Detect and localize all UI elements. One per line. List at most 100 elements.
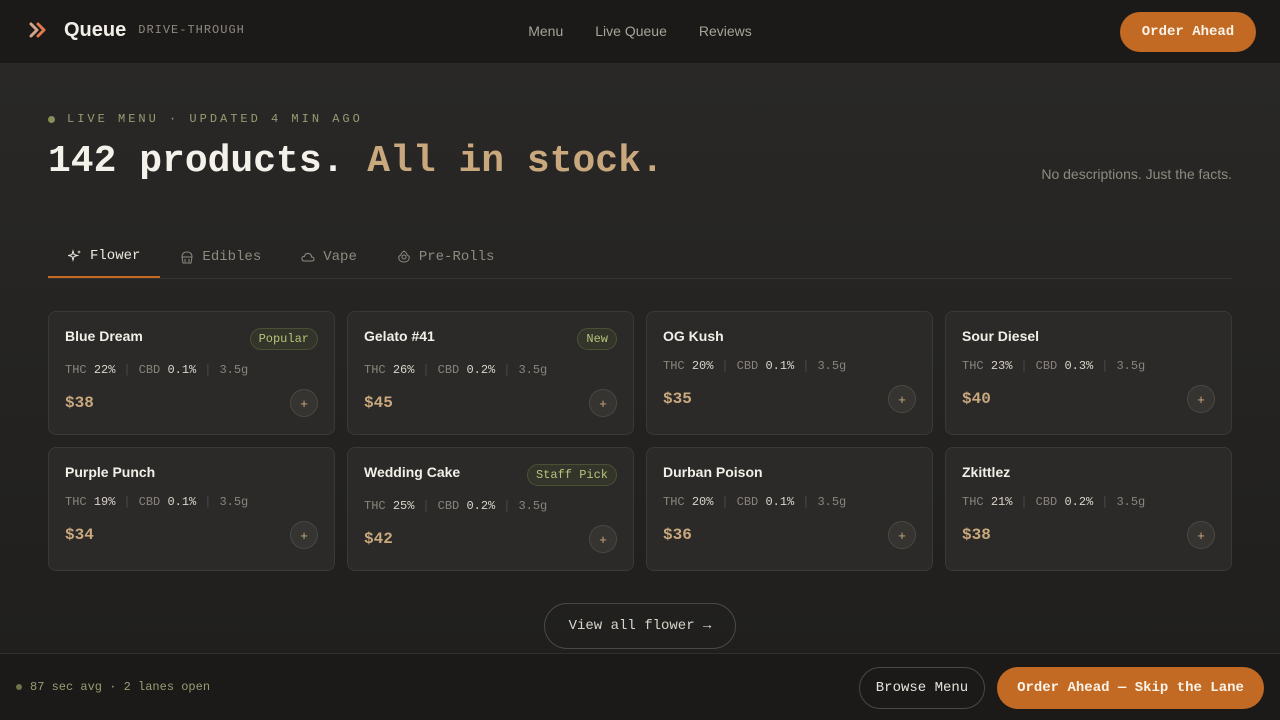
popular-badge: Popular — [249, 328, 318, 350]
product-price: $38 — [962, 526, 991, 544]
product-specs: THC 22% | CBD 0.1% | 3.5g — [65, 363, 249, 377]
thc-label: THC — [663, 495, 685, 509]
thc-value: 21% — [990, 495, 1013, 509]
cbd-value: 0.1% — [167, 495, 197, 509]
live-dot-icon — [48, 115, 55, 123]
browse-menu-button[interactable]: Browse Menu — [859, 667, 985, 709]
thc-label: THC — [65, 363, 87, 377]
tab-flower[interactable]: Flower — [48, 236, 161, 278]
weight-value: 3.5g — [518, 363, 548, 377]
tab-label: Flower — [90, 248, 141, 264]
product-name: Purple Punch — [65, 464, 156, 480]
thc-value: 26% — [392, 363, 415, 377]
product-card[interactable]: Zkittlez THC 21% | CBD 0.2% | 3.5g $38 + — [945, 447, 1232, 571]
cbd-label: CBD — [138, 495, 161, 509]
product-card[interactable]: Blue Dream Popular THC 22% | CBD 0.1% | 3.5g… — [48, 311, 335, 435]
thc-value: 25% — [392, 499, 415, 513]
product-name: OG Kush — [663, 328, 724, 344]
tab-vape[interactable]: Vape — [281, 236, 377, 278]
thc-label: THC — [962, 495, 984, 509]
product-specs: THC 20% | CBD 0.1% | 3.5g — [663, 495, 847, 509]
order-ahead-button[interactable]: Order Ahead — [1120, 12, 1256, 52]
weight-value: 3.5g — [1116, 359, 1146, 373]
add-to-order-button[interactable]: + — [888, 521, 916, 549]
thc-label: THC — [364, 363, 386, 377]
product-price: $34 — [65, 526, 94, 544]
add-to-order-button[interactable]: + — [589, 525, 617, 553]
title-stock-status: All in stock. — [367, 140, 664, 183]
order-ahead-skip-lane-button[interactable]: Order Ahead — Skip the Lane — [997, 667, 1264, 709]
queue-status: 87 sec avg · 2 lanes open — [16, 680, 210, 694]
title-product-count: 142 products. — [48, 140, 345, 183]
product-price: $45 — [364, 394, 393, 412]
weight-value: 3.5g — [817, 495, 847, 509]
product-name: Zkittlez — [962, 464, 1011, 480]
thc-value: 22% — [93, 363, 116, 377]
tab-label: Edibles — [202, 249, 262, 265]
product-specs: THC 21% | CBD 0.2% | 3.5g — [962, 495, 1146, 509]
weight-value: 3.5g — [219, 495, 249, 509]
tab-edibles[interactable]: Edibles — [160, 236, 281, 278]
thc-label: THC — [663, 359, 685, 373]
add-to-order-button[interactable]: + — [290, 389, 318, 417]
cbd-value: 0.3% — [1064, 359, 1094, 373]
add-to-order-button[interactable]: + — [290, 521, 318, 549]
product-card[interactable]: Gelato #41 New THC 26% | CBD 0.2% | 3.5g $45… — [347, 311, 634, 435]
add-to-order-button[interactable]: + — [888, 385, 916, 413]
cbd-value: 0.2% — [466, 363, 496, 377]
product-name: Sour Diesel — [962, 328, 1040, 344]
product-specs: THC 23% | CBD 0.3% | 3.5g — [962, 359, 1146, 373]
product-card[interactable]: Wedding Cake Staff Pick THC 25% | CBD 0.2%… — [347, 447, 634, 571]
product-price: $36 — [663, 526, 692, 544]
thc-value: 20% — [691, 495, 714, 509]
weight-value: 3.5g — [518, 499, 548, 513]
weight-value: 3.5g — [817, 359, 847, 373]
staff-pick-badge: Staff Pick — [526, 464, 617, 486]
add-to-order-button[interactable]: + — [589, 389, 617, 417]
cbd-label: CBD — [437, 499, 460, 513]
product-price: $42 — [364, 530, 393, 548]
product-price: $35 — [663, 390, 692, 408]
product-card[interactable]: Durban Poison THC 20% | CBD 0.1% | 3.5g $36 … — [646, 447, 933, 571]
cbd-value: 0.2% — [466, 499, 496, 513]
view-all-flower-button[interactable]: View all flower → — [544, 603, 736, 649]
nav-reviews-link[interactable]: Reviews — [699, 23, 752, 39]
page-title: 142 products. All in stock. — [48, 140, 664, 183]
add-to-order-button[interactable]: + — [1187, 521, 1215, 549]
thc-label: THC — [364, 499, 386, 513]
product-specs: THC 19% | CBD 0.1% | 3.5g — [65, 495, 249, 509]
top-navbar: Queue DRIVE-THROUGH Menu Live Queue Revi… — [0, 0, 1280, 64]
tab-label: Pre-Rolls — [418, 249, 495, 265]
product-card[interactable]: Purple Punch THC 19% | CBD 0.1% | 3.5g $34 + — [48, 447, 335, 571]
cbd-label: CBD — [736, 359, 759, 373]
bottom-action-bar: 87 sec avg · 2 lanes open Browse Menu Or… — [0, 653, 1280, 720]
product-specs: THC 20% | CBD 0.1% | 3.5g — [663, 359, 847, 373]
flower-icon — [398, 250, 410, 263]
product-price: $38 — [65, 394, 94, 412]
product-price: $40 — [962, 390, 991, 408]
tab-label: Vape — [323, 249, 357, 265]
cbd-label: CBD — [1035, 359, 1058, 373]
main-nav: Menu Live Queue Reviews — [0, 23, 1280, 39]
cbd-value: 0.1% — [765, 359, 795, 373]
status-dot-icon — [16, 684, 22, 690]
add-to-order-button[interactable]: + — [1187, 385, 1215, 413]
cloud-icon — [301, 252, 315, 262]
cbd-label: CBD — [437, 363, 460, 377]
nav-live-queue-link[interactable]: Live Queue — [595, 23, 667, 39]
thc-value: 23% — [990, 359, 1013, 373]
nav-menu-link[interactable]: Menu — [528, 23, 563, 39]
thc-label: THC — [962, 359, 984, 373]
queue-status-text: 87 sec avg · 2 lanes open — [30, 680, 211, 694]
product-card[interactable]: Sour Diesel THC 23% | CBD 0.3% | 3.5g $40 + — [945, 311, 1232, 435]
live-menu-label: LIVE MENU · UPDATED 4 MIN AGO — [67, 112, 363, 126]
cbd-value: 0.1% — [167, 363, 197, 377]
cupcake-icon — [181, 251, 194, 264]
product-card[interactable]: OG Kush THC 20% | CBD 0.1% | 3.5g $35 + — [646, 311, 933, 435]
cbd-label: CBD — [1035, 495, 1058, 509]
cbd-label: CBD — [736, 495, 759, 509]
live-status: LIVE MENU · UPDATED 4 MIN AGO — [48, 112, 363, 126]
tab-pre-rolls[interactable]: Pre-Rolls — [377, 236, 515, 278]
cbd-label: CBD — [138, 363, 161, 377]
hero-subnote: No descriptions. Just the facts. — [1041, 166, 1232, 182]
